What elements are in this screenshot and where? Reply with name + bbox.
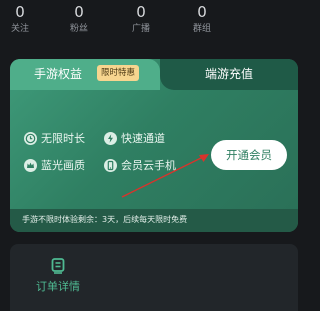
stat-value: 0 [74, 3, 84, 21]
trial-notice-strip: 手游不限时体验剩余：3天，后续每天限时免费 [10, 209, 298, 232]
order-details-panel: 订单详情 [10, 244, 298, 311]
stat-value: 0 [15, 3, 25, 21]
stat-following[interactable]: 0 关注 [0, 2, 40, 36]
stats-bar: 0 关注 0 粉丝 0 广播 0 群组 [0, 0, 310, 44]
stat-followers[interactable]: 0 粉丝 [59, 2, 99, 36]
stat-label: 广播 [131, 24, 150, 34]
stat-label: 粉丝 [69, 24, 88, 34]
red-arrow-annotation [121, 154, 209, 198]
order-details-button[interactable]: 订单详情 [32, 279, 84, 295]
trial-notice-text: 手游不限时体验剩余：3天，后续每天限时免费 [22, 215, 188, 224]
stat-broadcasts[interactable]: 0 广播 [121, 2, 161, 36]
stat-groups[interactable]: 0 群组 [182, 2, 222, 36]
stat-value: 0 [197, 3, 207, 21]
stat-value: 0 [136, 3, 146, 21]
stat-label: 关注 [10, 24, 29, 34]
stat-label: 群组 [192, 24, 211, 34]
membership-card: 手游权益 限时特惠 端游充值 无限时长 快速通道 蓝光画质 会员云手机 开通会员… [10, 59, 298, 232]
receipt-icon [51, 258, 65, 278]
